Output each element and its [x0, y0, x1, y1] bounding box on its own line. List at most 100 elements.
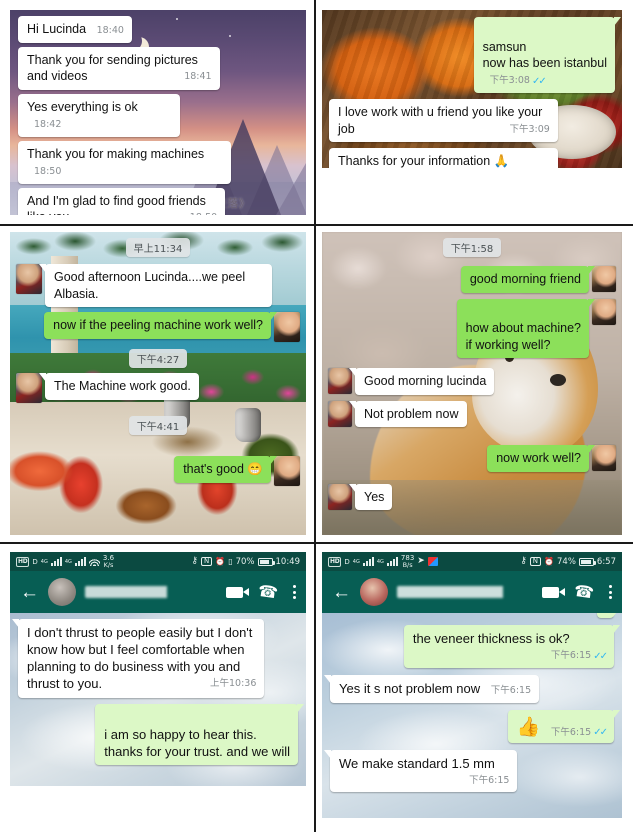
contact-name-redacted[interactable] [397, 586, 534, 598]
message-bubble[interactable]: Thank you for making machines 18:50 [18, 140, 231, 184]
message-row: Thank you for making machines 18:50 [18, 140, 298, 184]
status-bar: HD D 4G 4G 783 B/s ➤ ⚷ N ⏰ 74% 6:57 [322, 552, 622, 571]
phone-call-icon[interactable]: ☎ [573, 581, 596, 604]
message-bubble[interactable]: Good morning lucinda [348, 368, 495, 395]
avatar[interactable] [592, 298, 616, 325]
message-bubble[interactable]: the veneer thickness is ok? 下午6:15 ✓✓ [403, 625, 621, 669]
avatar[interactable] [592, 266, 616, 292]
signal-bars-sim2-icon [74, 557, 86, 566]
message-text: Thank you for sending pictures and video… [27, 52, 198, 84]
time-label: 下午6:15 [550, 650, 592, 662]
message-bubble[interactable]: good morning friend [460, 266, 596, 293]
message-row: Good morning lucinda [328, 368, 616, 395]
nfc-icon: N [529, 557, 542, 566]
screenshot-sheet: 华 · 巴纳德的堕落》 Hi Lucinda 18:40 Thank you f… [0, 0, 633, 832]
message-bubble[interactable]: 👍 下午6:15 ✓✓ [507, 709, 621, 743]
overflow-menu-icon[interactable] [609, 585, 612, 599]
message-list-6: the veneer thickness is ok? 下午6:15 ✓✓ Ye… [322, 613, 622, 818]
avatar[interactable] [592, 445, 616, 471]
avatar[interactable] [274, 312, 300, 342]
message-bubble[interactable]: Thanks for your information 🙏 下午3:09 [329, 148, 558, 168]
cursor-icon: ➤ [417, 556, 425, 566]
time-label: 下午6:15 [550, 726, 592, 738]
panel-3: 早上11:34 Good afternoon Lucinda....we pee… [10, 232, 306, 535]
message-bubble[interactable]: how about machine? if working well? [456, 298, 596, 358]
chat-area-6: the veneer thickness is ok? 下午6:15 ✓✓ Ye… [322, 613, 622, 818]
message-bubble[interactable]: Not problem now [349, 400, 467, 427]
message-bubble[interactable]: Thank you for sending pictures and video… [18, 46, 220, 90]
message-text: Yes it s not problem now [339, 681, 481, 697]
contact-avatar[interactable] [48, 578, 76, 606]
panel-4: 下午1:58 good morning friend how about mac… [322, 232, 622, 535]
message-bubble[interactable]: Yes everything is ok 18:42 [18, 93, 181, 137]
panel-2: samsun now has been istanbul 下午3:08 ✓✓ I… [322, 10, 622, 168]
message-row: The Machine work good. [16, 373, 300, 403]
message-text: Not problem now [364, 406, 459, 421]
read-receipt-icon: ✓✓ [531, 75, 547, 87]
status-bar: HD D 4G 4G 3.6 K/s ⚷ N ⏰ ▯ 70% 10:49 [10, 552, 306, 571]
message-bubble[interactable] [597, 613, 620, 618]
panel-1: 华 · 巴纳德的堕落》 Hi Lucinda 18:40 Thank you f… [10, 10, 306, 215]
panel-5: HD D 4G 4G 3.6 K/s ⚷ N ⏰ ▯ 70% 10:49 ← ☎… [10, 552, 306, 786]
message-row: now work well? [328, 445, 616, 472]
message-row: Yes everything is ok 18:42 [18, 93, 298, 137]
message-bubble[interactable]: Yes it s not problem now 下午6:15 [323, 675, 540, 703]
message-text: And I'm glad to find good friends like y… [27, 193, 206, 216]
back-icon[interactable]: ← [332, 583, 351, 602]
message-bubble[interactable]: I love work with u friend you like your … [329, 99, 558, 142]
time-label: 下午3:08 [489, 75, 530, 87]
phone-call-icon[interactable]: ☎ [257, 581, 280, 604]
message-row: how about machine? if working well? [328, 298, 616, 358]
data-rate-unit: K/s [103, 560, 114, 569]
message-bubble[interactable]: The Machine work good. [39, 373, 199, 400]
contact-name-redacted[interactable] [85, 586, 218, 598]
video-call-icon[interactable] [542, 586, 566, 598]
message-bubble[interactable]: Hi Lucinda 18:40 [18, 16, 132, 43]
message-bubble[interactable]: samsun now has been istanbul 下午3:08 ✓✓ [473, 17, 622, 93]
video-call-icon[interactable] [226, 586, 250, 598]
app-bar: ← ☎ [322, 571, 622, 613]
message-bubble[interactable]: We make standard 1.5 mm 下午6:15 [323, 749, 518, 793]
data-rate-unit: B/s [402, 560, 413, 569]
message-text: now work well? [496, 451, 581, 465]
message-time: 18:42 [34, 118, 62, 130]
message-bubble[interactable]: Yes [348, 483, 393, 510]
message-text: Yes everything is ok [27, 99, 138, 114]
overflow-menu-icon[interactable] [293, 585, 296, 599]
avatar[interactable] [274, 456, 300, 486]
message-list-4: 下午1:58 good morning friend how about mac… [322, 232, 622, 535]
back-icon[interactable]: ← [20, 583, 39, 602]
hd-icon: HD [328, 556, 342, 567]
message-row: good morning friend [328, 266, 616, 293]
message-text: Good morning lucinda [364, 374, 487, 388]
message-row: now if the peeling machine work well? [16, 312, 300, 342]
message-time: 18:40 [96, 24, 124, 36]
message-row: 👍 下午6:15 ✓✓ [330, 709, 621, 743]
message-row: Thank you for sending pictures and video… [18, 46, 298, 90]
message-row: And I'm glad to find good friends like y… [18, 187, 298, 216]
message-text: the veneer thickness is ok? [412, 631, 570, 646]
message-bubble[interactable]: now if the peeling machine work well? [44, 312, 277, 339]
message-bubble[interactable]: And I'm glad to find good friends like y… [18, 187, 226, 216]
message-bubble[interactable]: I don't thrust to people easily but I do… [11, 619, 265, 698]
sim1-network-label: 4G [352, 558, 360, 565]
message-text: samsun now has been istanbul [482, 39, 607, 71]
nfc-icon: N [200, 557, 213, 566]
grid-divider-horizontal-1 [0, 224, 633, 226]
message-bubble[interactable]: i am so happy to hear this. thanks for y… [95, 703, 304, 766]
message-bubble[interactable]: Good afternoon Lucinda....we peel Albasi… [38, 264, 273, 307]
wifi-icon [88, 557, 100, 566]
message-time: 下午3:09 [509, 123, 550, 135]
message-text: Yes [364, 489, 385, 504]
contact-avatar[interactable] [360, 578, 388, 606]
message-row: i am so happy to hear this. thanks for y… [18, 703, 304, 766]
battery-icon [257, 557, 275, 566]
app-notification-icon [427, 557, 438, 566]
data-badge-icon: D [344, 557, 350, 566]
battery-percent-label: 70% [235, 556, 255, 567]
message-time: 18:41 [184, 71, 212, 82]
message-bubble[interactable]: that's good 😁 [174, 456, 277, 483]
signal-bars-sim1-icon [50, 557, 62, 566]
message-bubble[interactable]: now work well? [487, 445, 595, 472]
message-row: Hi Lucinda 18:40 [18, 16, 298, 43]
